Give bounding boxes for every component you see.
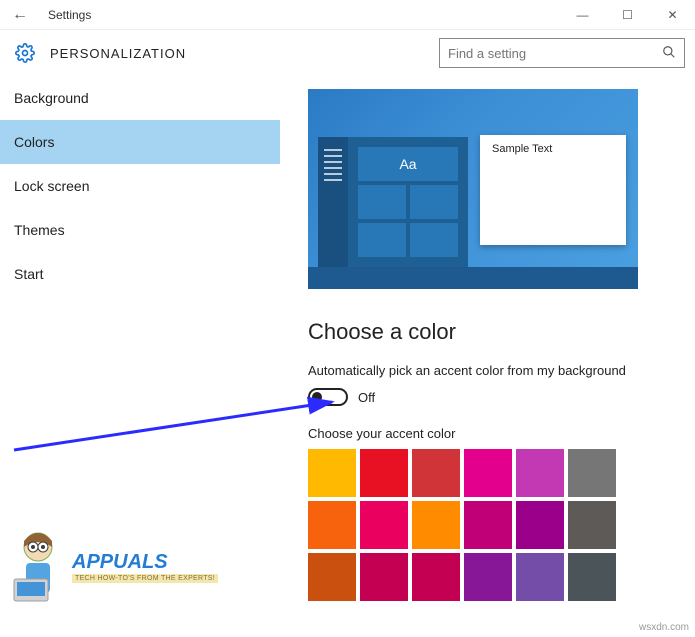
color-swatch[interactable] [516, 501, 564, 549]
accent-color-grid [308, 449, 667, 601]
color-swatch[interactable] [412, 553, 460, 601]
preview-tiles: Aa [348, 137, 468, 267]
sidebar-item-label: Themes [14, 222, 65, 238]
color-swatch[interactable] [568, 553, 616, 601]
minimize-icon: — [577, 8, 589, 22]
sidebar-item-background[interactable]: Background [0, 76, 280, 120]
search-box[interactable] [439, 38, 685, 68]
search-input[interactable] [448, 46, 662, 61]
preview-tile-aa: Aa [358, 147, 458, 181]
sidebar-item-start[interactable]: Start [0, 252, 280, 296]
search-icon [662, 45, 676, 62]
preview-taskbar [308, 267, 638, 289]
back-arrow-icon: ← [12, 6, 28, 24]
color-swatch[interactable] [516, 449, 564, 497]
color-swatch[interactable] [412, 449, 460, 497]
maximize-icon: ☐ [622, 8, 633, 22]
sidebar-item-label: Start [14, 266, 44, 282]
sidebar-item-label: Colors [14, 134, 54, 150]
color-swatch[interactable] [568, 449, 616, 497]
preview-start-list [318, 137, 348, 267]
color-swatch[interactable] [360, 501, 408, 549]
auto-accent-toggle[interactable] [308, 388, 348, 406]
preview-tile [410, 223, 458, 257]
preview-start-menu: Aa [318, 137, 468, 267]
page-title: PERSONALIZATION [50, 46, 439, 61]
color-swatch[interactable] [308, 553, 356, 601]
preview-tile [410, 185, 458, 219]
toggle-state-label: Off [358, 390, 375, 405]
image-credit: wsxdn.com [639, 622, 689, 633]
color-swatch[interactable] [464, 501, 512, 549]
watermark-brand: APPUALS [72, 551, 218, 574]
sample-text: Sample Text [492, 143, 552, 155]
window-title: Settings [40, 8, 560, 22]
minimize-button[interactable]: — [560, 0, 605, 30]
page-header: PERSONALIZATION [0, 30, 695, 76]
sidebar-item-colors[interactable]: Colors [0, 120, 280, 164]
sidebar-item-label: Background [14, 90, 89, 106]
color-swatch[interactable] [308, 501, 356, 549]
watermark: APPUALS TECH HOW-TO'S FROM THE EXPERTS! [8, 527, 218, 607]
sidebar-item-themes[interactable]: Themes [0, 208, 280, 252]
window-controls: — ☐ ✕ [560, 0, 695, 30]
maximize-button[interactable]: ☐ [605, 0, 650, 30]
choose-color-heading: Choose a color [308, 319, 667, 345]
color-swatch[interactable] [360, 449, 408, 497]
color-swatch[interactable] [516, 553, 564, 601]
color-swatch[interactable] [412, 501, 460, 549]
preview-tile [358, 223, 406, 257]
color-swatch[interactable] [308, 449, 356, 497]
close-icon: ✕ [667, 8, 677, 22]
color-swatch[interactable] [464, 553, 512, 601]
sidebar-item-label: Lock screen [14, 178, 89, 194]
color-swatch[interactable] [360, 553, 408, 601]
auto-accent-label: Automatically pick an accent color from … [308, 363, 667, 378]
watermark-tagline: TECH HOW-TO'S FROM THE EXPERTS! [72, 574, 218, 583]
accent-color-label: Choose your accent color [308, 426, 667, 441]
sidebar-item-lock-screen[interactable]: Lock screen [0, 164, 280, 208]
auto-accent-toggle-row: Off [308, 388, 667, 406]
color-swatch[interactable] [464, 449, 512, 497]
watermark-text: APPUALS TECH HOW-TO'S FROM THE EXPERTS! [72, 551, 218, 583]
settings-gear-icon[interactable] [14, 42, 36, 64]
preview-thumbnail: Aa Sample Text [308, 89, 638, 289]
main-panel: Preview Aa Sample Text Choose [280, 76, 695, 637]
preview-tile [358, 185, 406, 219]
color-swatch[interactable] [568, 501, 616, 549]
toggle-knob-icon [312, 392, 322, 402]
watermark-mascot-icon [8, 527, 68, 607]
close-button[interactable]: ✕ [650, 0, 695, 30]
window-titlebar: ← Settings — ☐ ✕ [0, 0, 695, 30]
preview-sample-window: Sample Text [480, 135, 626, 245]
back-button[interactable]: ← [0, 0, 40, 30]
